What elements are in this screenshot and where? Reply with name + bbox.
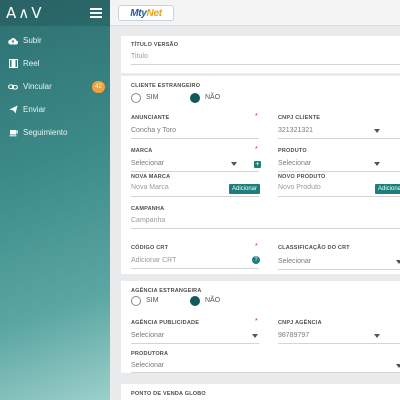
- sidebar-item-label: Seguimiento: [23, 128, 68, 137]
- input-underline: [278, 343, 400, 344]
- classificacao-crt-label: Classificação do CRT: [278, 245, 350, 251]
- required-asterisk: *: [255, 113, 258, 120]
- tracking-icon: [8, 128, 18, 138]
- sidebar-item-reel[interactable]: Reel: [0, 52, 110, 75]
- codigo-crt-label: Código CRT: [131, 245, 169, 251]
- marca-select[interactable]: Selecionar: [131, 160, 164, 167]
- adicionar-marca-button[interactable]: Adicionar: [229, 184, 261, 194]
- sidebar-item-subir[interactable]: Subir: [0, 29, 110, 52]
- input-underline: [131, 268, 259, 269]
- titulo-versao-label: Título Versão: [131, 42, 179, 48]
- chevron-down-icon[interactable]: [396, 260, 400, 264]
- input-underline: [131, 64, 400, 65]
- ponto-venda-card: Ponto de Venda Globo: [121, 384, 400, 400]
- produto-select[interactable]: Selecionar: [278, 160, 311, 167]
- sidebar-header: A∧V: [0, 0, 110, 26]
- link-icon: [8, 82, 18, 92]
- cnpj-cliente-label: CNPJ Cliente: [278, 115, 321, 121]
- cloud-upload-icon: [8, 36, 18, 46]
- radio-label-sim: SIM: [146, 297, 159, 304]
- notification-badge: 42: [92, 81, 105, 93]
- required-asterisk: *: [255, 318, 258, 325]
- sidebar-item-vincular[interactable]: Vincular 42: [0, 75, 110, 98]
- main-content: Título Versão Titulo Cliente Estrangeiro…: [110, 26, 400, 400]
- radio-label-nao: NÃO: [205, 297, 221, 304]
- add-marca-button[interactable]: +: [254, 161, 261, 168]
- input-underline: [131, 138, 259, 139]
- cliente-estrangeiro-nao-radio[interactable]: [190, 93, 200, 103]
- app-logo: A∧V: [6, 4, 44, 22]
- novo-produto-label: Novo Produto: [278, 174, 326, 180]
- nova-marca-input[interactable]: Nova Marca: [131, 184, 169, 191]
- sidebar-item-label: Reel: [23, 59, 40, 68]
- input-underline: [131, 372, 400, 373]
- produtora-select[interactable]: Selecionar: [131, 362, 164, 369]
- sidebar-item-enviar[interactable]: Enviar: [0, 98, 110, 121]
- marca-label: Marca: [131, 148, 153, 154]
- classificacao-crt-select[interactable]: Selecionar: [278, 258, 311, 265]
- cliente-estrangeiro-sim-radio[interactable]: [131, 93, 141, 103]
- radio-label-nao: NÃO: [205, 94, 221, 101]
- top-bar: Mty Net: [110, 0, 400, 26]
- agencia-card: Agência Estrangeira SIM NÃO Agência Publ…: [121, 281, 400, 373]
- input-underline: [278, 171, 400, 172]
- cnpj-cliente-select[interactable]: 321321321: [278, 127, 313, 134]
- input-underline: [278, 269, 400, 270]
- crt-card: Código CRT * Adicionar CRT ? Classificaç…: [121, 238, 400, 274]
- agencia-estrangeira-sim-radio[interactable]: [131, 296, 141, 306]
- adicionar-produto-button[interactable]: Adicionar: [375, 184, 400, 194]
- novo-produto-input[interactable]: Novo Produto: [278, 184, 321, 191]
- titulo-versao-input[interactable]: Titulo: [131, 53, 148, 60]
- required-asterisk: *: [255, 243, 258, 250]
- help-icon[interactable]: ?: [252, 256, 260, 264]
- input-underline: [131, 343, 259, 344]
- input-underline: [131, 171, 259, 172]
- agencia-estrangeira-label: Agência Estrangeira: [131, 288, 202, 294]
- sidebar-item-label: Subir: [23, 36, 42, 45]
- cnpj-agencia-select[interactable]: 98789797: [278, 332, 309, 339]
- cliente-card: Cliente Estrangeiro SIM NÃO Anunciante *…: [121, 76, 400, 260]
- brand-logo: Mty Net: [118, 5, 174, 21]
- nova-marca-label: Nova Marca: [131, 174, 171, 180]
- chevron-down-icon[interactable]: [374, 334, 380, 338]
- chevron-down-icon[interactable]: [374, 162, 380, 166]
- input-underline: [278, 138, 400, 139]
- sidebar-item-seguimiento[interactable]: Seguimiento: [0, 121, 110, 144]
- anunciante-input[interactable]: Concha y Toro: [131, 127, 176, 134]
- chevron-down-icon[interactable]: [231, 162, 237, 166]
- radio-label-sim: SIM: [146, 94, 159, 101]
- input-underline: [278, 196, 400, 197]
- sidebar-item-label: Enviar: [23, 105, 46, 114]
- chevron-down-icon[interactable]: [374, 129, 380, 133]
- chevron-down-icon[interactable]: [252, 334, 258, 338]
- produtora-label: Produtora: [131, 351, 169, 357]
- agencia-publicidade-select[interactable]: Selecionar: [131, 332, 164, 339]
- sidebar-nav: Subir Reel Vincular 42 Enviar Seguimient…: [0, 29, 110, 144]
- input-underline: [131, 228, 400, 229]
- required-asterisk: *: [255, 146, 258, 153]
- ponto-venda-label: Ponto de Venda Globo: [131, 391, 206, 397]
- agencia-estrangeira-nao-radio[interactable]: [190, 296, 200, 306]
- titulo-versao-card: Título Versão Titulo: [121, 36, 400, 73]
- cliente-estrangeiro-label: Cliente Estrangeiro: [131, 83, 201, 89]
- campanha-input[interactable]: Campanha: [131, 217, 165, 224]
- film-icon: [8, 59, 18, 69]
- produto-label: Produto: [278, 148, 307, 154]
- anunciante-label: Anunciante: [131, 115, 170, 121]
- codigo-crt-input[interactable]: Adicionar CRT: [131, 257, 176, 264]
- cnpj-agencia-label: CNPJ Agência: [278, 320, 322, 326]
- campanha-label: Campanha: [131, 206, 165, 212]
- input-underline: [131, 196, 259, 197]
- hamburger-menu-icon[interactable]: [90, 8, 102, 18]
- sidebar: A∧V Subir Reel Vincular 42 Enviar Seguim…: [0, 0, 110, 400]
- agencia-publicidade-label: Agência Publicidade: [131, 320, 200, 326]
- send-icon: [8, 105, 18, 115]
- chevron-down-icon[interactable]: [396, 364, 400, 368]
- sidebar-item-label: Vincular: [23, 82, 52, 91]
